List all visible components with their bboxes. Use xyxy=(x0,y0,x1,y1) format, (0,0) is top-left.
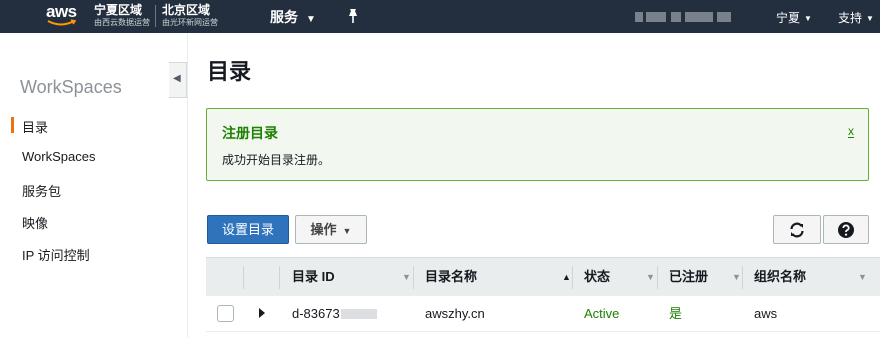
expand-row-icon[interactable] xyxy=(259,308,265,318)
region-menu[interactable]: 宁夏 ▼ xyxy=(776,9,812,26)
sort-icon: ▼ xyxy=(858,272,867,282)
column-separator xyxy=(657,266,658,289)
sidebar-item-bundles[interactable]: 服务包 xyxy=(22,181,61,200)
column-header-status[interactable]: 状态 ▼ xyxy=(584,258,656,297)
success-flash: 注册目录 成功开始目录注册。 x xyxy=(206,108,869,181)
chevron-down-icon: ▼ xyxy=(804,14,812,23)
setup-directory-button[interactable]: 设置目录 xyxy=(207,215,289,244)
column-header-registered[interactable]: 已注册 ▼ xyxy=(669,258,741,297)
region-beijing-name: 北京区域 xyxy=(162,3,211,17)
region-ningxia-operator: 由西云数据运营 xyxy=(94,18,150,27)
sidebar-item-directories[interactable]: 目录 xyxy=(22,117,48,136)
region-beijing[interactable]: 北京区域 由光环新网运营 xyxy=(162,3,218,28)
region-divider xyxy=(155,5,156,27)
column-header-directory-id[interactable]: 目录 ID ▼ xyxy=(292,258,412,297)
sort-icon: ▼ xyxy=(402,272,411,282)
services-label: 服务 xyxy=(270,9,298,25)
help-button[interactable] xyxy=(823,215,869,244)
column-separator xyxy=(243,266,244,289)
chevron-down-icon: ▼ xyxy=(866,14,874,23)
sort-icon: ▼ xyxy=(732,272,741,282)
cell-organization: aws xyxy=(754,306,778,321)
support-menu[interactable]: 支持 ▼ xyxy=(838,9,874,26)
sidebar-item-workspaces[interactable]: WorkSpaces xyxy=(22,149,95,164)
region-beijing-operator: 由光环新网运营 xyxy=(162,18,218,27)
column-separator xyxy=(413,266,414,289)
sidebar-item-ip-access-controls[interactable]: IP 访问控制 xyxy=(22,245,90,264)
flash-close-button[interactable]: x xyxy=(848,125,854,138)
help-icon xyxy=(838,221,854,238)
aws-smile-icon xyxy=(47,19,77,26)
table-header: 目录 ID ▼ 目录名称 ▲ 状态 ▼ 已注册 ▼ 组织名称 ▼ xyxy=(206,257,880,296)
aws-logo[interactable]: aws xyxy=(46,2,82,30)
refresh-icon xyxy=(790,222,804,237)
page-title: 目录 xyxy=(207,59,252,84)
table-row[interactable]: d-83673 awszhy.cn Active 是 aws xyxy=(206,296,880,332)
cell-directory-name: awszhy.cn xyxy=(425,306,485,321)
pin-icon[interactable] xyxy=(346,8,360,29)
refresh-button[interactable] xyxy=(773,215,821,244)
chevron-left-icon: ◀ xyxy=(173,73,181,84)
chevron-down-icon: ▼ xyxy=(342,226,352,236)
sidebar-item-images[interactable]: 映像 xyxy=(22,213,48,232)
row-checkbox[interactable] xyxy=(217,305,234,322)
cell-status: Active xyxy=(584,306,620,321)
column-header-organization[interactable]: 组织名称 ▼ xyxy=(754,258,868,297)
services-menu[interactable]: 服务 ▼ xyxy=(270,7,316,27)
redacted-id-suffix xyxy=(340,309,377,319)
sidebar-collapse-button[interactable]: ◀ xyxy=(169,62,187,98)
top-nav: aws 宁夏区域 由西云数据运营 北京区域 由光环新网运营 服务 ▼ 宁夏 ▼ 支持… xyxy=(0,0,880,33)
region-ningxia[interactable]: 宁夏区域 由西云数据运营 xyxy=(94,3,150,28)
account-menu-redacted[interactable] xyxy=(635,12,737,22)
sidebar-title: WorkSpaces xyxy=(20,77,122,97)
actions-dropdown[interactable]: 操作 ▼ xyxy=(295,215,367,244)
active-indicator xyxy=(11,117,14,133)
sidebar: WorkSpaces 目录 WorkSpaces 服务包 映像 IP 访问控制 xyxy=(0,33,163,338)
column-separator xyxy=(572,266,573,289)
flash-title: 注册目录 xyxy=(222,125,278,141)
sort-icon: ▼ xyxy=(646,272,655,282)
column-separator xyxy=(742,266,743,289)
column-separator xyxy=(279,266,280,289)
region-ningxia-name: 宁夏区域 xyxy=(94,3,143,17)
cell-registered: 是 xyxy=(669,306,683,321)
chevron-down-icon: ▼ xyxy=(306,14,316,25)
support-label: 支持 xyxy=(838,11,863,25)
actions-label: 操作 xyxy=(310,222,337,237)
region-menu-label: 宁夏 xyxy=(776,11,801,25)
column-header-directory-name[interactable]: 目录名称 ▲ xyxy=(425,258,571,297)
flash-message: 成功开始目录注册。 xyxy=(222,153,331,167)
sort-ascending-icon: ▲ xyxy=(562,272,571,282)
cell-directory-id: d-83673 xyxy=(292,296,377,331)
sidebar-divider xyxy=(187,33,188,338)
